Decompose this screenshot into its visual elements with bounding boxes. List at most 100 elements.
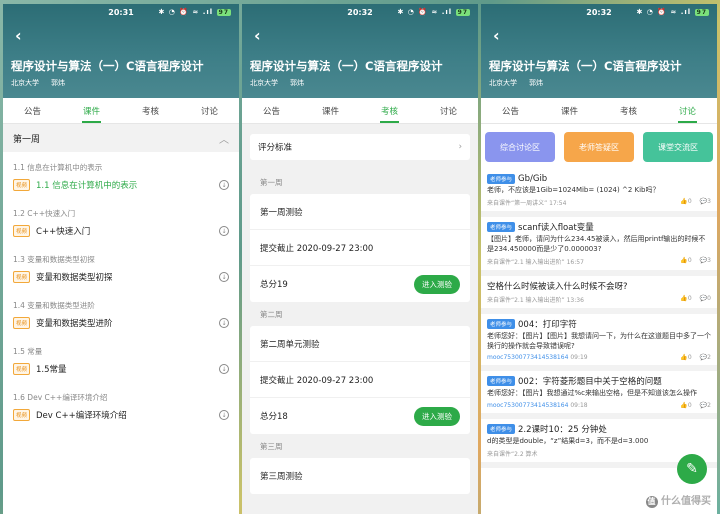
lesson-item[interactable]: 视频 变量和数据类型进阶 ↓ <box>3 310 239 336</box>
like-icon[interactable]: 👍0 <box>680 295 691 304</box>
quiz-title: 第三周测验 <box>260 472 303 482</box>
lesson-item[interactable]: 视频 1.1 信息在计算机中的表示 ↓ <box>3 172 239 198</box>
post-item[interactable]: 老师参与 scanf读入float变量 【图片】老师，请问为什么234.45被读入… <box>481 217 717 277</box>
tab-announcements[interactable]: 公告 <box>259 99 284 123</box>
course-header: 20:31 ✱ ◔ ⏰ ≈ .ıl 97 ‹ 程序设计与算法（一）C语言程序设计… <box>3 4 239 98</box>
lesson-item[interactable]: 视频 Dev C++编译环境介绍 ↓ <box>3 402 239 428</box>
enter-quiz-button[interactable]: 进入测验 <box>414 406 460 426</box>
reply-icon[interactable]: 💬3 <box>700 257 711 266</box>
post-time: 09:18 <box>570 401 588 409</box>
tab-discussion[interactable]: 讨论 <box>436 99 461 123</box>
new-post-button[interactable]: ✎ <box>677 454 707 484</box>
download-icon[interactable]: ↓ <box>219 410 229 420</box>
tab-announcements[interactable]: 公告 <box>20 99 45 123</box>
reply-icon[interactable]: 💬3 <box>700 198 711 207</box>
post-time: 17:54 <box>549 200 567 208</box>
tab-courseware[interactable]: 课件 <box>79 99 104 123</box>
watermark-logo-icon: 值 <box>645 496 658 508</box>
phone-courseware: 20:31 ✱ ◔ ⏰ ≈ .ıl 97 ‹ 程序设计与算法（一）C语言程序设计… <box>3 4 239 514</box>
quiz-score: 总分18 <box>260 412 288 422</box>
assessment-list: 评分标准 › 第一周 第一周测验 提交截止 2020-09-27 23:00 总… <box>242 124 478 514</box>
classroom-exchange-button[interactable]: 课堂交流区 <box>643 132 713 162</box>
category-buttons: 综合讨论区 老师答疑区 课堂交流区 <box>481 124 717 170</box>
reply-count: 0 <box>707 295 711 303</box>
tab-discussion[interactable]: 讨论 <box>197 99 222 123</box>
phone-discussion: 20:32 ✱ ◔ ⏰ ≈ .ıl 97 ‹ 程序设计与算法（一）C语言程序设计… <box>481 4 717 514</box>
like-count: 0 <box>687 354 692 362</box>
status-icons: ✱ ◔ ⏰ ≈ .ıl <box>158 8 214 16</box>
chevron-up-icon: ︿ <box>219 134 229 146</box>
post-author[interactable]: mooc75300773414538164 <box>487 354 568 361</box>
status-icons: ✱ ◔ ⏰ ≈ .ıl <box>636 8 692 16</box>
download-icon[interactable]: ↓ <box>219 180 229 190</box>
download-icon[interactable]: ↓ <box>219 364 229 374</box>
course-meta: 北京大学 郭炜 <box>250 78 304 88</box>
quiz-card: 第一周测验 提交截止 2020-09-27 23:00 总分19 进入测验 <box>250 194 470 302</box>
lesson-title: 1.1 信息在计算机中的表示 <box>36 181 138 191</box>
back-arrow-icon[interactable]: ‹ <box>254 26 261 45</box>
tab-assessment[interactable]: 考核 <box>138 99 163 123</box>
lesson-item[interactable]: 视频 变量和数据类型初探 ↓ <box>3 264 239 290</box>
back-arrow-icon[interactable]: ‹ <box>15 26 22 45</box>
lesson-item[interactable]: 视频 C++快速入门 ↓ <box>3 218 239 244</box>
grading-criteria-row[interactable]: 评分标准 › <box>250 134 470 160</box>
post-author[interactable]: mooc75300773414538164 <box>487 402 568 409</box>
like-icon[interactable]: 👍0 <box>680 402 691 409</box>
teacher-name: 郭炜 <box>290 79 304 87</box>
tab-bar: 公告 课件 考核 讨论 <box>242 98 478 124</box>
reply-icon[interactable]: 💬2 <box>700 402 711 409</box>
post-source: 来自课件“2.1 输入输出进阶” <box>487 259 565 267</box>
video-badge: 视频 <box>13 179 31 191</box>
school-name: 北京大学 <box>250 79 278 87</box>
post-item[interactable]: 老师参与 004：打印字符 老师您好：【图片】【图片】我想请问一下，为什么在这道题… <box>481 314 717 372</box>
post-title: 2.2课时10：25 分钟处 <box>518 424 607 435</box>
week-label: 第三周 <box>260 441 283 451</box>
course-header: 20:32 ✱ ◔ ⏰ ≈ .ıl 97 ‹ 程序设计与算法（一）C语言程序设计… <box>242 4 478 98</box>
general-discussion-button[interactable]: 综合讨论区 <box>485 132 555 162</box>
download-icon[interactable]: ↓ <box>219 318 229 328</box>
quiz-deadline-row: 提交截止 2020-09-27 23:00 <box>250 230 470 266</box>
post-title: 004：打印字符 <box>518 320 577 331</box>
lesson-title: 1.5常量 <box>36 365 67 375</box>
video-badge: 视频 <box>13 271 31 283</box>
tab-assessment[interactable]: 考核 <box>377 99 402 123</box>
lesson-list: 1.1 信息在计算机中的表示 视频 1.1 信息在计算机中的表示 ↓ 1.2 C… <box>3 152 239 428</box>
post-item[interactable]: 空格什么时候被读入什么时候不会呀? 来自课件“2.1 输入输出进阶” 13:36… <box>481 276 717 315</box>
tab-courseware[interactable]: 课件 <box>557 99 582 123</box>
week-label: 第一周 <box>260 177 283 187</box>
post-title: Gb/Gib <box>518 174 548 184</box>
quiz-title-row[interactable]: 第二周单元测验 <box>250 326 470 362</box>
tab-announcements[interactable]: 公告 <box>498 99 523 123</box>
post-item[interactable]: 老师参与 Gb/Gib 老师，不应该是1Gib=1024Mib= (1024) ^… <box>481 170 717 218</box>
tab-discussion[interactable]: 讨论 <box>675 99 700 123</box>
battery-icon: 97 <box>694 9 709 16</box>
like-icon[interactable]: 👍0 <box>680 257 691 266</box>
like-count: 0 <box>687 257 692 265</box>
like-icon[interactable]: 👍0 <box>680 354 691 361</box>
post-title: scanf读入float变量 <box>518 223 594 234</box>
reply-icon[interactable]: 💬2 <box>700 354 711 361</box>
enter-quiz-button[interactable]: 进入测验 <box>414 274 460 294</box>
battery-icon: 97 <box>216 9 231 16</box>
like-icon[interactable]: 👍0 <box>680 198 691 207</box>
post-source: 来自课件“第一周讲义” <box>487 200 548 208</box>
lesson-item[interactable]: 视频 1.5常量 ↓ <box>3 356 239 382</box>
post-list: 老师参与 Gb/Gib 老师，不应该是1Gib=1024Mib= (1024) ^… <box>481 170 717 469</box>
quiz-title-row[interactable]: 第三周测验 <box>250 458 470 494</box>
grading-criteria-label: 评分标准 <box>258 143 293 153</box>
section-title: 1.2 C++快速入门 <box>13 209 76 218</box>
tab-assessment[interactable]: 考核 <box>616 99 641 123</box>
like-count: 0 <box>687 198 692 206</box>
teacher-qa-button[interactable]: 老师答疑区 <box>564 132 634 162</box>
back-arrow-icon[interactable]: ‹ <box>493 26 500 45</box>
tab-courseware[interactable]: 课件 <box>318 99 343 123</box>
reply-icon[interactable]: 💬0 <box>700 295 711 304</box>
post-item[interactable]: 老师参与 002：字符菱形题目中关于空格的问题 老师您好：【图片】我想通过%c来输… <box>481 371 717 419</box>
quiz-title-row[interactable]: 第一周测验 <box>250 194 470 230</box>
download-icon[interactable]: ↓ <box>219 226 229 236</box>
teacher-participated-badge: 老师参与 <box>487 222 516 233</box>
download-icon[interactable]: ↓ <box>219 272 229 282</box>
week-header[interactable]: 第一周 ︿ <box>3 124 239 152</box>
quiz-score-row: 总分19 进入测验 <box>250 266 470 302</box>
lesson-title: 变量和数据类型初探 <box>36 273 113 283</box>
